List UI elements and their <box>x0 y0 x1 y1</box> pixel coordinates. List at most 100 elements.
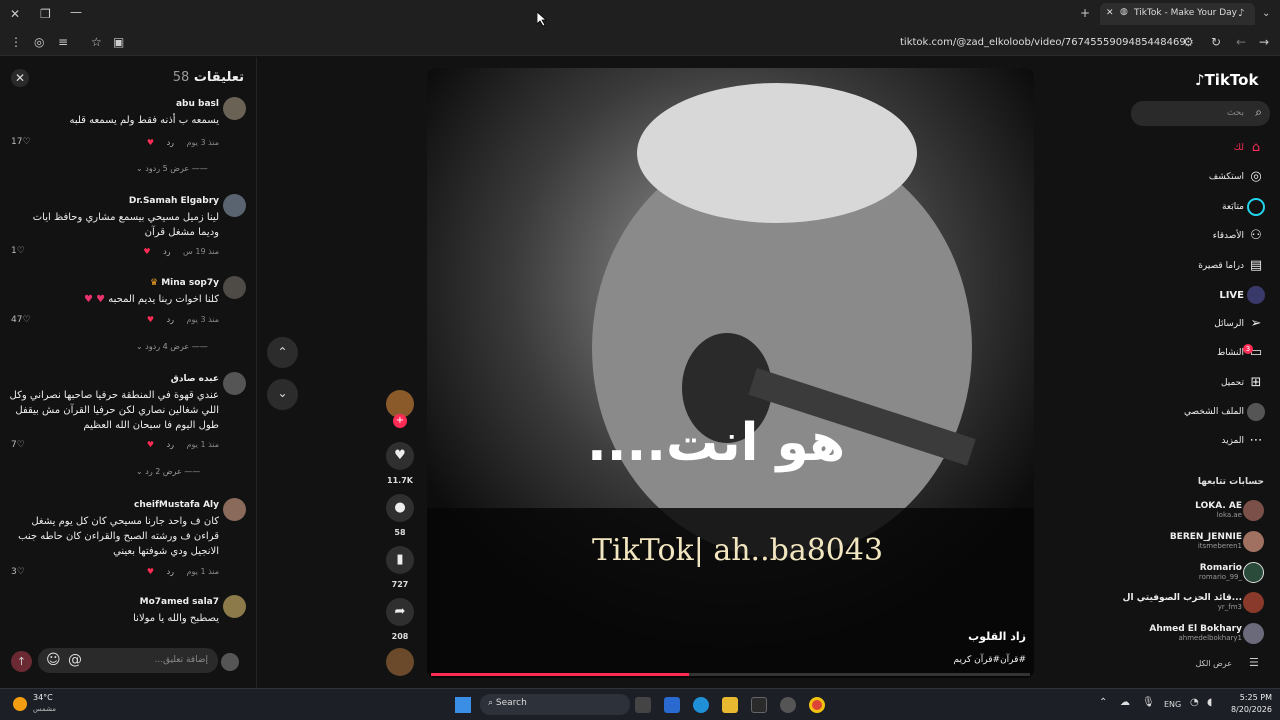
menu-dots-icon[interactable]: ⋮ <box>10 35 22 49</box>
tab-list-icon[interactable]: ⌄ <box>1262 7 1270 21</box>
avatar[interactable] <box>223 97 246 120</box>
microphone-icon[interactable]: 🎙 <box>1142 697 1155 708</box>
sidebar-item-live[interactable]: LIVE <box>1219 290 1244 301</box>
followed-account[interactable]: BEREN_JENNIE itsmeberen1 <box>1170 532 1242 550</box>
save-button[interactable]: ▮ <box>386 546 414 574</box>
reload-icon[interactable]: ↻ <box>1211 35 1221 49</box>
clock-time[interactable]: 5:25 PM <box>1230 693 1272 702</box>
comment-author[interactable]: Dr.Samah Elgabry <box>129 196 219 206</box>
avatar[interactable] <box>223 276 246 299</box>
sidebar-item-foryou[interactable]: لك <box>1234 143 1244 153</box>
view-replies-button[interactable]: —— عرض 4 ردود ⌄ <box>136 342 208 351</box>
windows-start-icon[interactable] <box>455 697 471 713</box>
sidebar-item-activity[interactable]: النشاط <box>1217 348 1244 358</box>
show-all-link[interactable]: عرض الكل <box>1195 659 1232 668</box>
app-icon[interactable] <box>780 697 796 713</box>
volume-icon[interactable]: ◖ <box>1207 697 1212 708</box>
wifi-icon[interactable]: ◔ <box>1190 697 1199 708</box>
reply-button[interactable]: رد <box>167 315 174 324</box>
back-icon[interactable]: → <box>1259 35 1269 49</box>
close-comments-icon[interactable]: ✕ <box>11 69 29 87</box>
like-count[interactable]: 47♡ <box>11 315 31 325</box>
sidebar-item-explore[interactable]: استكشف <box>1209 172 1244 182</box>
reply-button[interactable]: رد <box>167 138 174 147</box>
sidebar-item-drama[interactable]: دراما قصيرة <box>1198 261 1244 271</box>
sidebar-item-profile[interactable]: الملف الشخصي <box>1184 407 1244 417</box>
task-view-icon[interactable] <box>635 697 651 713</box>
followed-account[interactable]: Romario romario_99_ <box>1199 563 1242 581</box>
reading-list-icon[interactable]: ≡ <box>58 35 68 49</box>
comment-input[interactable]: إضافة تعليق... <box>38 648 218 673</box>
followed-handle: itsmeberen1 <box>1197 542 1242 550</box>
like-count[interactable]: 3♡ <box>11 567 25 577</box>
bookmark-star-icon[interactable]: ☆ <box>91 35 102 49</box>
avatar[interactable] <box>1243 500 1264 521</box>
sidebar-item-more[interactable]: المزيد <box>1221 436 1244 446</box>
share-button[interactable]: ➦ <box>386 598 414 626</box>
like-count[interactable]: 7♡ <box>11 440 25 450</box>
store-icon[interactable] <box>751 697 767 713</box>
edge-icon[interactable] <box>693 697 709 713</box>
comment-author[interactable]: cheifMustafa Aly <box>134 500 219 510</box>
reply-button[interactable]: رد <box>167 440 174 449</box>
close-window-icon[interactable]: ✕ <box>10 7 20 21</box>
video-author[interactable]: زاد القلوب <box>968 630 1026 643</box>
cloud-icon[interactable]: ☁ <box>1120 697 1130 708</box>
reply-button[interactable]: رد <box>163 247 170 256</box>
forward-icon[interactable]: ← <box>1236 35 1246 49</box>
video-player[interactable]: هو انت.... TikTok| ah..ba8043 زاد القلوب… <box>427 68 1034 678</box>
view-replies-button[interactable]: —— عرض 2 رد ⌄ <box>136 467 200 476</box>
sidebar-item-following[interactable]: متابَعة <box>1222 202 1244 212</box>
avatar[interactable] <box>1243 623 1264 644</box>
clock-date[interactable]: 8/20/2026 <box>1230 705 1272 714</box>
close-tab-icon[interactable]: ✕ <box>1106 8 1114 18</box>
comment-author[interactable]: عبده صادق <box>171 374 219 384</box>
post-comment-button[interactable]: ↑ <box>11 651 32 672</box>
avatar[interactable] <box>1243 592 1264 613</box>
tab-tiktok[interactable]: ✕ ◍ TikTok - Make Your Day <box>1100 3 1255 25</box>
followed-account[interactable]: Ahmed El Bokhary ahmedelbokhary1 <box>1149 624 1242 642</box>
reply-button[interactable]: رد <box>167 567 174 576</box>
tray-overflow-icon[interactable]: ⌃ <box>1099 697 1107 708</box>
sidebar-item-friends[interactable]: الأصدقاء <box>1213 231 1244 241</box>
weather-sun-icon[interactable] <box>13 697 27 711</box>
like-button[interactable]: ♥ <box>386 442 414 470</box>
avatar[interactable] <box>1243 531 1264 552</box>
avatar[interactable] <box>1243 562 1264 583</box>
like-count[interactable]: 1♡ <box>11 246 25 256</box>
taskbar-search[interactable]: ⌕ Search <box>480 694 630 715</box>
language-indicator[interactable]: ENG <box>1164 700 1181 709</box>
comment-button[interactable]: ● <box>386 494 414 522</box>
minimize-window-icon[interactable]: — <box>70 5 82 19</box>
emoji-icon[interactable]: ☺ <box>46 652 61 668</box>
follow-plus-icon[interactable]: + <box>393 414 407 428</box>
copilot-icon[interactable] <box>664 697 680 713</box>
search-input[interactable]: بحث ⌕ <box>1131 101 1270 126</box>
comment-author[interactable]: ♛ Mina sop7y <box>150 278 219 288</box>
chrome-icon[interactable] <box>809 697 825 713</box>
followed-account[interactable]: قائد الحزب الصوفيتي ال... yr_fm3 <box>1123 593 1242 611</box>
sound-disc-icon[interactable] <box>386 648 414 676</box>
view-replies-button[interactable]: —— عرض 5 ردود ⌄ <box>136 164 208 173</box>
previous-video-button[interactable]: ⌃ <box>267 337 298 368</box>
comment-author[interactable]: Mo7amed sala7 <box>140 597 219 607</box>
url-text[interactable]: tiktok.com/@zad_elkoloob/video/767455590… <box>900 37 1186 48</box>
sidebar-item-messages[interactable]: الرسائل <box>1214 319 1244 329</box>
avatar[interactable] <box>223 194 246 217</box>
like-count[interactable]: 17♡ <box>11 137 31 147</box>
video-caption[interactable]: #قرآن#قرآن كريم <box>954 655 1026 665</box>
extension-icon[interactable]: ▣ <box>113 35 124 49</box>
followed-account[interactable]: LOKA. AE loka.ae <box>1195 501 1242 519</box>
account-icon[interactable]: ◎ <box>34 35 44 49</box>
avatar[interactable] <box>223 595 246 618</box>
mention-icon[interactable]: @ <box>68 652 82 668</box>
avatar[interactable] <box>223 498 246 521</box>
new-tab-icon[interactable]: + <box>1080 6 1090 20</box>
comment-author[interactable]: abu basl <box>176 99 219 109</box>
next-video-button[interactable]: ⌄ <box>267 379 298 410</box>
avatar[interactable] <box>223 372 246 395</box>
file-explorer-icon[interactable] <box>722 697 738 713</box>
tiktok-logo[interactable]: ♪TikTok <box>1195 71 1258 89</box>
restore-window-icon[interactable]: ❐ <box>40 7 51 21</box>
sidebar-item-upload[interactable]: تحميل <box>1221 378 1244 388</box>
